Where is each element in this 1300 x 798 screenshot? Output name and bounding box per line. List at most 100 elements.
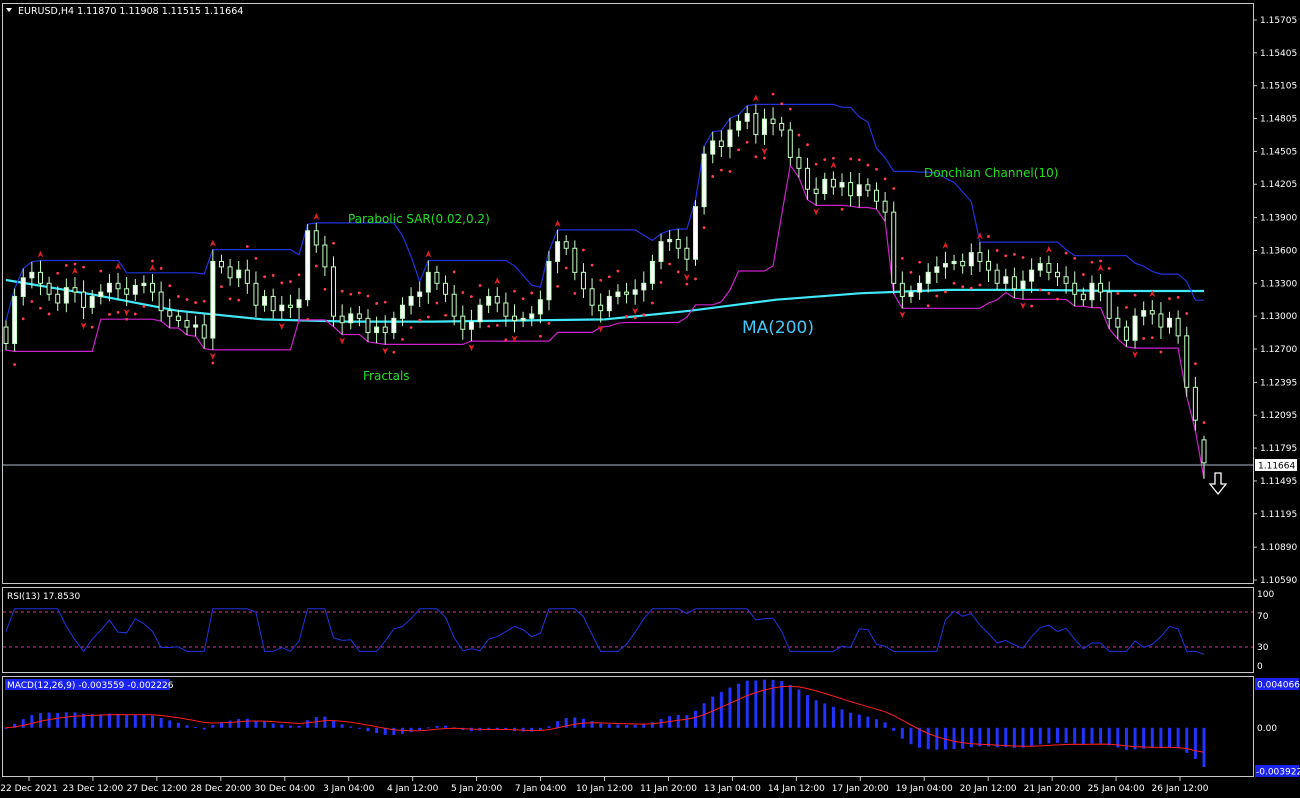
macd-bar bbox=[745, 680, 749, 728]
window-menu-triangle-icon[interactable] bbox=[6, 8, 12, 12]
psar-dot bbox=[573, 291, 577, 295]
psar-dot bbox=[978, 283, 982, 287]
fractal-down-marker bbox=[468, 344, 475, 352]
macd-bar bbox=[814, 700, 818, 728]
psar-dot bbox=[866, 163, 870, 167]
time-tick-label: 20 Jan 12:00 bbox=[960, 784, 1017, 794]
macd-bar bbox=[987, 727, 991, 747]
psar-dot bbox=[702, 226, 706, 230]
chart-canvas[interactable]: EURUSD,H4 1.11870 1.11908 1.11515 1.1166… bbox=[0, 0, 1300, 798]
candle bbox=[20, 268, 26, 306]
candle bbox=[339, 304, 345, 335]
psar-dot bbox=[401, 337, 404, 341]
macd-bar bbox=[444, 725, 448, 728]
price-tick-label: 1.10890 bbox=[1260, 543, 1297, 553]
candlesticks bbox=[3, 104, 1207, 479]
fractal-down-marker bbox=[761, 147, 768, 155]
time-tick-label: 3 Jan 04:00 bbox=[323, 784, 375, 794]
candle bbox=[701, 146, 707, 215]
psar-dot bbox=[314, 264, 318, 268]
psar-dot bbox=[668, 262, 672, 266]
macd-bar bbox=[306, 720, 310, 728]
candle bbox=[856, 172, 862, 208]
candle bbox=[761, 108, 767, 145]
time-tick-label: 23 Dec 12:00 bbox=[63, 784, 124, 794]
candle bbox=[1123, 320, 1129, 347]
candle bbox=[848, 172, 854, 207]
candle bbox=[977, 242, 983, 272]
macd-bar bbox=[280, 724, 284, 728]
macd-bar bbox=[702, 703, 706, 728]
psar-dot bbox=[685, 282, 689, 286]
macd-bar bbox=[633, 725, 637, 728]
psar-dot bbox=[806, 143, 809, 147]
candle bbox=[365, 309, 371, 342]
psar-dot bbox=[1064, 251, 1068, 255]
candle bbox=[1089, 275, 1095, 308]
candle bbox=[942, 251, 948, 279]
price-tick-label: 1.12095 bbox=[1260, 411, 1297, 421]
time-tick-label: 14 Jan 12:00 bbox=[768, 784, 825, 794]
macd-bar bbox=[1004, 727, 1008, 748]
macd-bar bbox=[340, 724, 344, 728]
macd-bar bbox=[1081, 727, 1085, 745]
price-tick-label: 1.11795 bbox=[1260, 444, 1297, 454]
candle bbox=[649, 254, 655, 290]
rsi-tick-100: 100 bbox=[1257, 590, 1274, 600]
candle bbox=[822, 172, 828, 201]
candle bbox=[994, 263, 1000, 290]
candle bbox=[175, 309, 181, 328]
price-tick-label: 1.12700 bbox=[1260, 345, 1297, 355]
candle bbox=[512, 304, 518, 333]
macd-bar bbox=[650, 722, 654, 728]
candle bbox=[1175, 310, 1181, 344]
candle bbox=[546, 250, 552, 311]
psar-dot bbox=[64, 263, 68, 267]
macd-bar bbox=[685, 715, 689, 728]
time-tick-label: 27 Dec 12:00 bbox=[127, 784, 188, 794]
psar-dot bbox=[461, 291, 465, 294]
candle bbox=[167, 298, 173, 328]
macd-bar bbox=[969, 727, 973, 748]
psar-dot bbox=[220, 285, 223, 288]
macd-bar bbox=[1202, 727, 1206, 768]
candle bbox=[606, 289, 612, 318]
candle bbox=[624, 282, 630, 304]
candle bbox=[1046, 255, 1052, 281]
macd-bar bbox=[849, 712, 853, 728]
psar-dot bbox=[892, 187, 896, 190]
candle bbox=[348, 307, 354, 330]
macd-bar bbox=[1012, 727, 1016, 748]
macd-bar bbox=[737, 683, 741, 728]
psar-dot bbox=[711, 175, 715, 178]
macd-bar bbox=[271, 723, 275, 728]
psar-dot bbox=[21, 317, 25, 321]
macd-tick-zero: 0.00 bbox=[1257, 724, 1277, 734]
macd-bar bbox=[237, 718, 241, 728]
donchian-label: Donchian Channel(10) bbox=[924, 166, 1058, 180]
macd-bar bbox=[771, 679, 775, 728]
macd-bar bbox=[719, 692, 723, 728]
candle bbox=[908, 285, 914, 304]
price-tick-label: 1.15105 bbox=[1260, 82, 1297, 92]
macd-bar bbox=[616, 724, 620, 728]
psar-dot bbox=[452, 270, 456, 274]
price-tick-label: 1.13000 bbox=[1260, 312, 1297, 322]
macd-bar bbox=[780, 681, 784, 728]
fractal-up-marker bbox=[830, 161, 837, 169]
candle bbox=[158, 281, 164, 322]
psar-dot bbox=[1133, 293, 1137, 297]
macd-bar bbox=[176, 722, 180, 728]
fractal-up-marker bbox=[71, 267, 78, 275]
psar-dot bbox=[969, 286, 973, 290]
candle bbox=[718, 130, 724, 157]
fractal-up-marker bbox=[1097, 264, 1104, 272]
macd-bar bbox=[1090, 727, 1094, 744]
candle bbox=[296, 287, 302, 320]
macd-bar bbox=[762, 679, 766, 728]
psar-dot bbox=[254, 256, 258, 260]
psar-dot bbox=[840, 207, 844, 211]
price-tick-label: 1.14205 bbox=[1260, 180, 1297, 190]
macd-bar bbox=[900, 727, 904, 739]
macd-bar bbox=[857, 714, 861, 728]
